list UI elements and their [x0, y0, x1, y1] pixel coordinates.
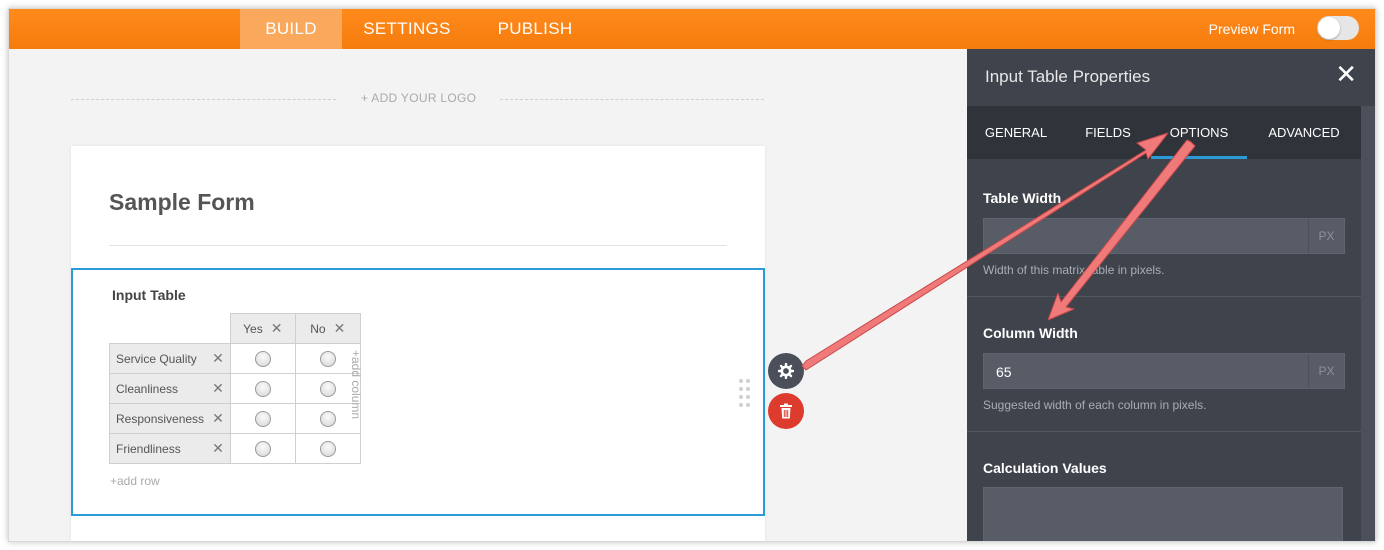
panel-scrollbar[interactable] — [1361, 106, 1375, 541]
table-row: Service Quality ✕ — [109, 343, 361, 374]
section-divider — [967, 431, 1361, 432]
radio-button[interactable] — [254, 440, 271, 457]
table-width-help: Width of this matrix table in pixels. — [983, 263, 1165, 277]
column-header[interactable]: No ✕ — [294, 313, 361, 344]
tab-advanced[interactable]: ADVANCED — [1247, 106, 1361, 159]
table-row: Cleanliness ✕ — [109, 373, 361, 404]
drag-handle-icon[interactable] — [739, 379, 751, 409]
matrix-table: Yes ✕ No ✕ Service Quality ✕ Cleanliness ✕ — [109, 313, 361, 464]
radio-button[interactable] — [319, 440, 336, 457]
row-header[interactable]: Cleanliness ✕ — [109, 373, 231, 404]
field-properties-button[interactable] — [768, 353, 804, 389]
field-label[interactable]: Input Table — [112, 287, 186, 303]
column-width-label: Column Width — [983, 325, 1078, 341]
remove-row-icon[interactable]: ✕ — [212, 350, 224, 367]
radio-button[interactable] — [319, 410, 336, 427]
tab-fields[interactable]: FIELDS — [1065, 106, 1151, 159]
radio-button[interactable] — [254, 410, 271, 427]
table-width-unit: PX — [1308, 219, 1344, 253]
table-cell — [229, 403, 296, 434]
column-width-value: 65 — [996, 364, 1012, 380]
tab-publish[interactable]: PUBLISH — [483, 9, 587, 49]
row-header-label: Cleanliness — [116, 381, 179, 396]
remove-column-icon[interactable]: ✕ — [271, 320, 283, 336]
preview-form-toggle[interactable] — [1317, 16, 1359, 40]
table-row: Responsiveness ✕ — [109, 403, 361, 434]
properties-panel: Input Table Properties ✕ GENERAL FIELDS … — [967, 49, 1375, 541]
row-header-label: Service Quality — [116, 351, 197, 366]
gear-icon — [777, 362, 795, 380]
title-divider — [109, 245, 727, 246]
input-table-field[interactable]: Input Table Yes ✕ No ✕ Service Quality ✕ — [71, 268, 765, 516]
row-header-label: Responsiveness — [116, 411, 205, 426]
table-cell — [294, 433, 361, 464]
tab-general[interactable]: GENERAL — [967, 106, 1065, 159]
logo-divider-right — [500, 99, 764, 100]
trash-icon — [780, 403, 792, 419]
radio-button[interactable] — [254, 380, 271, 397]
section-divider — [967, 296, 1361, 297]
remove-row-icon[interactable]: ✕ — [212, 440, 224, 457]
row-header[interactable]: Service Quality ✕ — [109, 343, 231, 374]
column-header[interactable]: Yes ✕ — [229, 313, 296, 344]
radio-button[interactable] — [319, 350, 336, 367]
column-width-help: Suggested width of each column in pixels… — [983, 398, 1207, 412]
remove-row-icon[interactable]: ✕ — [212, 410, 224, 427]
close-icon[interactable]: ✕ — [1335, 59, 1357, 90]
add-column-link[interactable]: +add column — [349, 350, 363, 419]
column-width-input[interactable]: 65 PX — [983, 353, 1345, 389]
delete-field-button[interactable] — [768, 393, 804, 429]
table-cell — [229, 373, 296, 404]
table-cell — [229, 343, 296, 374]
panel-title: Input Table Properties — [985, 67, 1151, 86]
remove-row-icon[interactable]: ✕ — [212, 380, 224, 397]
calculation-values-label: Calculation Values — [983, 460, 1107, 476]
preview-form-label: Preview Form — [1208, 21, 1295, 37]
table-corner — [110, 314, 231, 344]
app-window: BUILD SETTINGS PUBLISH Preview Form + AD… — [8, 8, 1376, 542]
row-header[interactable]: Responsiveness ✕ — [109, 403, 231, 434]
form-card: Sample Form Input Table Yes ✕ No ✕ Service… — [71, 146, 765, 541]
row-header[interactable]: Friendliness ✕ — [109, 433, 231, 464]
add-row-link[interactable]: +add row — [110, 474, 160, 488]
column-header-label: Yes — [243, 322, 263, 336]
calculation-values-textarea[interactable] — [983, 487, 1343, 541]
panel-tab-bar: GENERAL FIELDS OPTIONS ADVANCED — [967, 106, 1361, 159]
table-cell — [229, 433, 296, 464]
column-header-label: No — [310, 322, 326, 336]
toggle-knob — [1318, 17, 1340, 39]
table-width-input[interactable]: PX — [983, 218, 1345, 254]
table-row: Friendliness ✕ — [109, 433, 361, 464]
radio-button[interactable] — [254, 350, 271, 367]
column-width-unit: PX — [1308, 354, 1344, 388]
tab-settings[interactable]: SETTINGS — [350, 9, 464, 49]
remove-column-icon[interactable]: ✕ — [334, 320, 346, 336]
top-navigation-bar: BUILD SETTINGS PUBLISH Preview Form — [9, 9, 1375, 49]
logo-divider-left — [71, 99, 336, 100]
tab-options[interactable]: OPTIONS — [1151, 106, 1247, 159]
tab-build[interactable]: BUILD — [240, 9, 342, 49]
add-logo-link[interactable]: + ADD YOUR LOGO — [361, 91, 476, 105]
form-title[interactable]: Sample Form — [109, 189, 255, 216]
radio-button[interactable] — [319, 380, 336, 397]
row-header-label: Friendliness — [116, 441, 181, 456]
table-width-label: Table Width — [983, 190, 1062, 206]
